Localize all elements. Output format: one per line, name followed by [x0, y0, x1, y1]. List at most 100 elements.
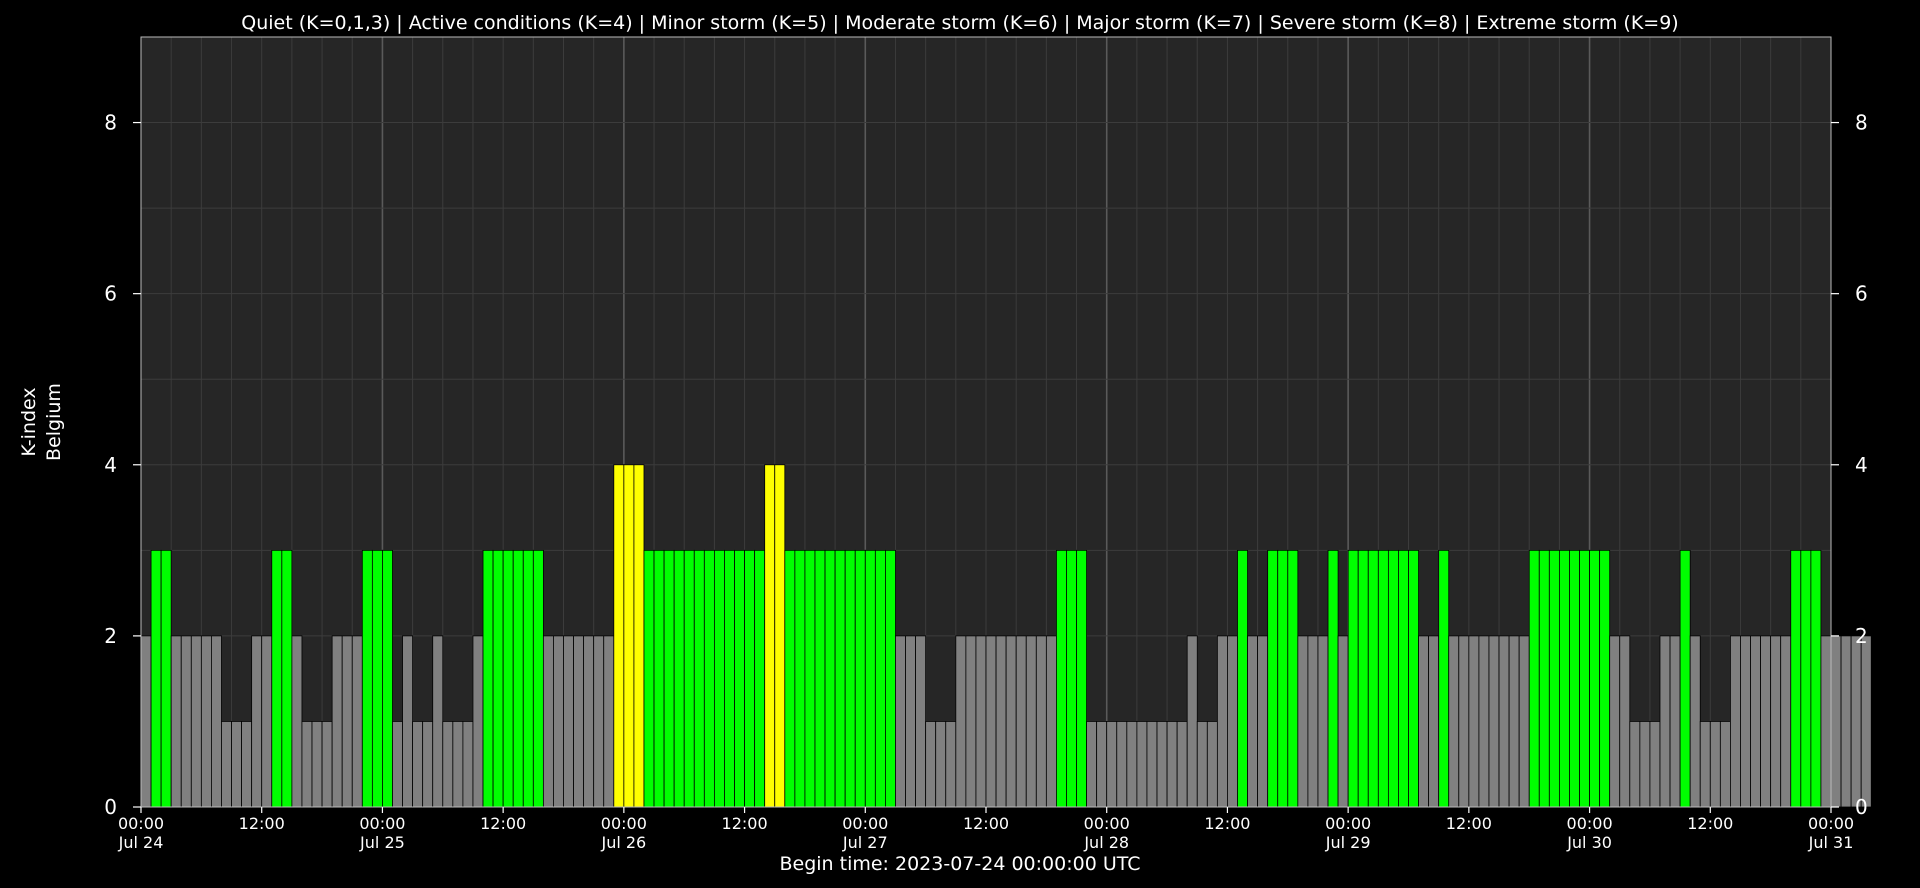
x-tick-time-label: 12:00 — [1687, 814, 1733, 833]
k-index-bar — [1166, 721, 1178, 808]
k-index-bar — [462, 721, 474, 808]
k-index-bar — [1800, 549, 1812, 808]
k-index-bar — [724, 549, 735, 808]
k-index-bar — [1649, 721, 1661, 808]
k-index-bar — [532, 549, 544, 808]
k-index-bar — [341, 635, 353, 808]
k-index-bar — [311, 721, 323, 808]
y-tick-label-right: 0 — [1855, 795, 1868, 819]
k-index-bar — [1146, 721, 1158, 808]
k-index-bar — [1780, 635, 1792, 808]
k-index-bar — [1196, 721, 1208, 808]
x-tick-time-label: 00:00 — [1808, 814, 1854, 833]
y-tick-label-left: 2 — [104, 624, 117, 648]
k-index-bar — [1730, 635, 1741, 808]
k-index-bar — [874, 549, 886, 808]
x-tick-time-label: 00:00 — [359, 814, 405, 833]
k-index-bar — [1840, 635, 1852, 808]
k-index-bar — [1086, 721, 1098, 808]
k-index-bar — [1428, 635, 1440, 808]
x-tick-date-label: Jul 30 — [1566, 833, 1612, 852]
k-index-bar — [623, 464, 635, 808]
y-tick-label-right: 8 — [1855, 111, 1868, 135]
k-index-bar — [1659, 635, 1671, 808]
k-index-bar — [1116, 721, 1128, 808]
k-index-bar — [1066, 549, 1077, 808]
k-index-bar — [895, 635, 906, 808]
y-tick-label-left: 0 — [104, 795, 117, 819]
k-index-bar — [1438, 549, 1450, 808]
k-index-bar — [1860, 635, 1872, 808]
x-tick-date-label: Jul 25 — [359, 833, 405, 852]
k-index-bar — [150, 549, 162, 808]
k-index-bar — [643, 549, 655, 808]
k-index-bar — [1216, 635, 1228, 808]
k-index-bar — [784, 549, 796, 808]
y-axis-label-line2: Belgium — [43, 383, 65, 461]
x-axis-label: Begin time: 2023-07-24 00:00:00 UTC — [779, 853, 1140, 875]
k-index-bar — [633, 464, 645, 808]
k-index-bar — [1367, 549, 1379, 808]
k-index-bar — [754, 549, 766, 808]
k-index-bar — [774, 464, 786, 808]
k-index-bar — [1548, 549, 1560, 808]
k-index-bar — [1699, 721, 1711, 808]
x-tick-time-label: 00:00 — [118, 814, 164, 833]
k-index-bar — [1096, 721, 1108, 808]
k-index-bar — [1770, 635, 1782, 808]
k-index-bar — [1267, 549, 1279, 808]
k-index-bar — [1297, 635, 1309, 808]
x-tick-date-label: Jul 27 — [842, 833, 888, 852]
x-tick-time-label: 12:00 — [1446, 814, 1492, 833]
k-index-bar — [1740, 635, 1751, 808]
k-index-bar — [1287, 549, 1299, 808]
k-index-bar — [1790, 549, 1802, 808]
k-index-bar — [251, 635, 263, 808]
k-index-bar — [683, 549, 695, 808]
k-index-bar — [1398, 549, 1409, 808]
y-tick-label-left: 6 — [104, 282, 117, 306]
k-index-bar — [1629, 721, 1641, 808]
k-index-bar — [794, 549, 806, 808]
k-index-bar — [1498, 635, 1510, 808]
k-index-bar — [1760, 635, 1772, 808]
k-index-bar — [985, 635, 997, 808]
k-index-bar — [331, 635, 343, 808]
k-index-bar — [935, 721, 947, 808]
k-index-bar — [553, 635, 564, 808]
k-index-bar — [1015, 635, 1027, 808]
k-index-bar — [1106, 721, 1118, 808]
k-index-bar — [1820, 635, 1832, 808]
k-index-bar — [1750, 635, 1761, 808]
k-index-bar — [301, 721, 313, 808]
k-index-bar — [1357, 549, 1369, 808]
k-index-bar — [1005, 635, 1017, 808]
k-index-bar — [653, 549, 665, 808]
k-index-bar — [864, 549, 876, 808]
k-index-bar — [693, 549, 705, 808]
k-index-bar — [190, 635, 202, 808]
k-index-bar — [1377, 549, 1389, 808]
k-index-bar — [593, 635, 605, 808]
k-index-bar — [713, 549, 725, 808]
k-index-bar — [573, 635, 585, 808]
k-index-bar — [1035, 635, 1047, 808]
k-index-bar — [854, 549, 866, 808]
k-index-bar — [271, 549, 283, 808]
k-index-bar — [1478, 635, 1490, 808]
k-index-bar — [472, 635, 484, 808]
k-index-bar — [1045, 635, 1057, 808]
k-index-bar — [1458, 635, 1470, 808]
x-tick-time-label: 12:00 — [239, 814, 285, 833]
k-index-bar — [563, 635, 574, 808]
k-index-bar — [1508, 635, 1520, 808]
k-index-bar — [744, 549, 756, 808]
y-tick-label-left: 8 — [104, 111, 117, 135]
k-index-bar — [1679, 549, 1691, 808]
k-index-bar — [905, 635, 916, 808]
x-tick-time-label: 12:00 — [722, 814, 768, 833]
k-index-bar — [482, 549, 494, 808]
k-index-bar — [542, 635, 554, 808]
k-index-bar — [1277, 549, 1289, 808]
x-tick-time-label: 00:00 — [1084, 814, 1130, 833]
